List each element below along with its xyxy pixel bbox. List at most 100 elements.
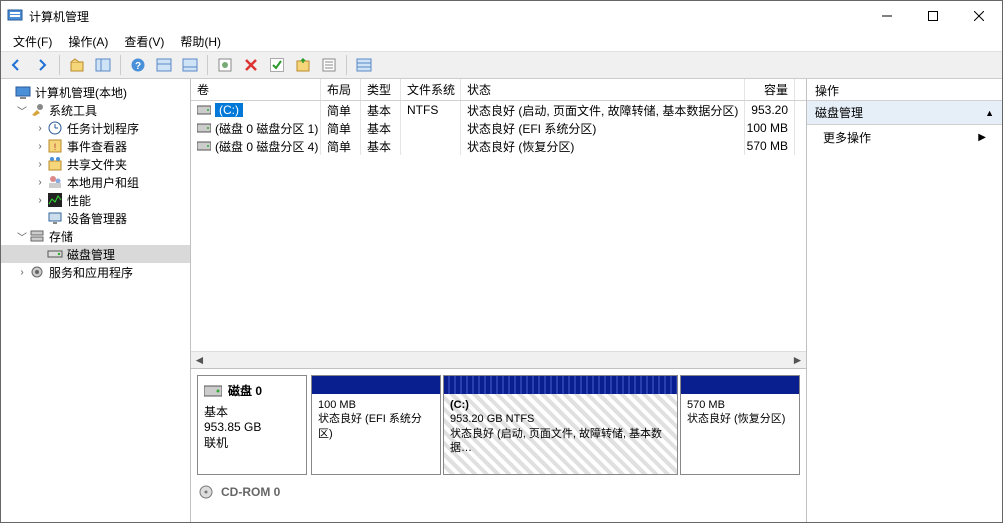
actions-more[interactable]: 更多操作 ▶ xyxy=(807,125,1002,150)
partition-title: (C:) xyxy=(450,398,671,412)
menu-help[interactable]: 帮助(H) xyxy=(172,31,229,52)
actions-header: 操作 xyxy=(807,79,1002,101)
event-icon: ! xyxy=(47,138,63,154)
volume-type: 基本 xyxy=(361,101,401,119)
volume-list: 卷 布局 类型 文件系统 状态 容量 (C:) 简单 基本 NTFS 状态良好 … xyxy=(191,79,806,369)
actions-pane: 操作 磁盘管理 ▲ 更多操作 ▶ xyxy=(807,79,1002,522)
close-button[interactable] xyxy=(956,1,1002,31)
partition-status: 状态良好 (启动, 页面文件, 故障转储, 基本数据… xyxy=(450,427,671,456)
tree-label: 计算机管理(本地) xyxy=(35,84,127,101)
actions-section[interactable]: 磁盘管理 ▲ xyxy=(807,101,1002,125)
col-header-filesystem[interactable]: 文件系统 xyxy=(401,79,461,100)
tree-label: 共享文件夹 xyxy=(67,156,127,173)
perf-icon xyxy=(47,192,63,208)
clock-icon xyxy=(47,120,63,136)
tree-event-viewer[interactable]: › ! 事件查看器 xyxy=(1,137,190,155)
volume-type: 基本 xyxy=(361,119,401,137)
menu-action[interactable]: 操作(A) xyxy=(60,31,116,52)
horizontal-scrollbar[interactable]: ◄ ► xyxy=(191,351,806,368)
users-icon xyxy=(47,174,63,190)
volume-row[interactable]: (C:) 简单 基本 NTFS 状态良好 (启动, 页面文件, 故障转储, 基本… xyxy=(191,101,806,119)
tree-label: 系统工具 xyxy=(49,102,97,119)
list-view-button[interactable] xyxy=(353,54,375,76)
volume-status: 状态良好 (启动, 页面文件, 故障转储, 基本数据分区) xyxy=(461,101,745,119)
tree-root[interactable]: 计算机管理(本地) xyxy=(1,83,190,101)
volume-capacity: 570 MB xyxy=(745,137,795,155)
up-level-button[interactable] xyxy=(66,54,88,76)
check-button[interactable] xyxy=(266,54,288,76)
scroll-left-icon[interactable]: ◄ xyxy=(191,352,208,369)
window-title: 计算机管理 xyxy=(29,8,864,25)
volume-fs: NTFS xyxy=(401,101,461,119)
volume-status: 状态良好 (恢复分区) xyxy=(461,137,745,155)
partition-status: 状态良好 (恢复分区) xyxy=(687,412,793,426)
rescan-button[interactable] xyxy=(292,54,314,76)
partition-block[interactable]: 570 MB 状态良好 (恢复分区) xyxy=(680,375,800,475)
view-top-button[interactable] xyxy=(153,54,175,76)
volume-row[interactable]: (磁盘 0 磁盘分区 4) 简单 基本 状态良好 (恢复分区) 570 MB xyxy=(191,137,806,155)
partition-size: 570 MB xyxy=(687,398,793,412)
tree-shared-folders[interactable]: › 共享文件夹 xyxy=(1,155,190,173)
tree-disk-management[interactable]: 磁盘管理 xyxy=(1,245,190,263)
tree-label: 设备管理器 xyxy=(67,210,127,227)
volume-list-header: 卷 布局 类型 文件系统 状态 容量 xyxy=(191,79,806,101)
tree-performance[interactable]: › 性能 xyxy=(1,191,190,209)
properties-button[interactable] xyxy=(318,54,340,76)
partition-size: 100 MB xyxy=(318,398,434,412)
tree-task-scheduler[interactable]: › 任务计划程序 xyxy=(1,119,190,137)
share-icon xyxy=(47,156,63,172)
tree-system-tools[interactable]: ﹀ 系统工具 xyxy=(1,101,190,119)
minimize-button[interactable] xyxy=(864,1,910,31)
disk-icon xyxy=(204,384,222,398)
volume-layout: 简单 xyxy=(321,137,361,155)
back-button[interactable] xyxy=(5,54,27,76)
maximize-button[interactable] xyxy=(910,1,956,31)
disk-status: 联机 xyxy=(204,434,300,451)
volume-layout: 简单 xyxy=(321,119,361,137)
volume-row[interactable]: (磁盘 0 磁盘分区 1) 简单 基本 状态良好 (EFI 系统分区) 100 … xyxy=(191,119,806,137)
tree-storage[interactable]: ﹀ 存储 xyxy=(1,227,190,245)
tree-label: 磁盘管理 xyxy=(67,246,115,263)
settings-button[interactable] xyxy=(214,54,236,76)
disk-name: 磁盘 0 xyxy=(228,382,262,399)
delete-button[interactable] xyxy=(240,54,262,76)
view-bottom-button[interactable] xyxy=(179,54,201,76)
menu-file[interactable]: 文件(F) xyxy=(5,31,60,52)
storage-icon xyxy=(29,228,45,244)
disk-mgmt-icon xyxy=(47,246,63,262)
volume-fs xyxy=(401,137,461,155)
col-header-status[interactable]: 状态 xyxy=(461,79,745,100)
actions-section-label: 磁盘管理 xyxy=(815,104,863,121)
col-header-type[interactable]: 类型 xyxy=(361,79,401,100)
menu-view[interactable]: 查看(V) xyxy=(116,31,172,52)
col-header-layout[interactable]: 布局 xyxy=(321,79,361,100)
chevron-right-icon: ▶ xyxy=(978,132,986,143)
disk-info[interactable]: 磁盘 0 基本 953.85 GB 联机 xyxy=(197,375,307,475)
toolbar: ? xyxy=(1,51,1002,79)
scroll-right-icon[interactable]: ► xyxy=(789,352,806,369)
app-icon xyxy=(7,8,23,24)
tree-label: 存储 xyxy=(49,228,73,245)
partition-status: 状态良好 (EFI 系统分区) xyxy=(318,412,434,441)
tools-icon xyxy=(29,102,45,118)
disk-size: 953.85 GB xyxy=(204,420,300,434)
svg-text:!: ! xyxy=(54,142,57,152)
partition-block[interactable]: (C:) 953.20 GB NTFS 状态良好 (启动, 页面文件, 故障转储… xyxy=(443,375,678,475)
volume-name: (C:) xyxy=(215,103,243,117)
tree-local-users[interactable]: › 本地用户和组 xyxy=(1,173,190,191)
navigation-tree[interactable]: 计算机管理(本地) ﹀ 系统工具 › 任务计划程序 › ! 事件查看器 › 共享… xyxy=(1,79,191,522)
col-header-volume[interactable]: 卷 xyxy=(191,79,321,100)
tree-device-manager[interactable]: 设备管理器 xyxy=(1,209,190,227)
cdrom-name: CD-ROM 0 xyxy=(221,485,280,499)
disk-graphical-view: 磁盘 0 基本 953.85 GB 联机 100 MB 状态良好 (EFI xyxy=(191,369,806,522)
volume-capacity: 100 MB xyxy=(745,119,795,137)
disk-block[interactable]: 磁盘 0 基本 953.85 GB 联机 100 MB 状态良好 (EFI xyxy=(197,375,800,475)
col-header-capacity[interactable]: 容量 xyxy=(745,79,795,100)
drive-icon xyxy=(197,104,211,116)
tree-services[interactable]: › 服务和应用程序 xyxy=(1,263,190,281)
forward-button[interactable] xyxy=(31,54,53,76)
show-hide-tree-button[interactable] xyxy=(92,54,114,76)
help-button[interactable]: ? xyxy=(127,54,149,76)
device-icon xyxy=(47,210,63,226)
partition-block[interactable]: 100 MB 状态良好 (EFI 系统分区) xyxy=(311,375,441,475)
